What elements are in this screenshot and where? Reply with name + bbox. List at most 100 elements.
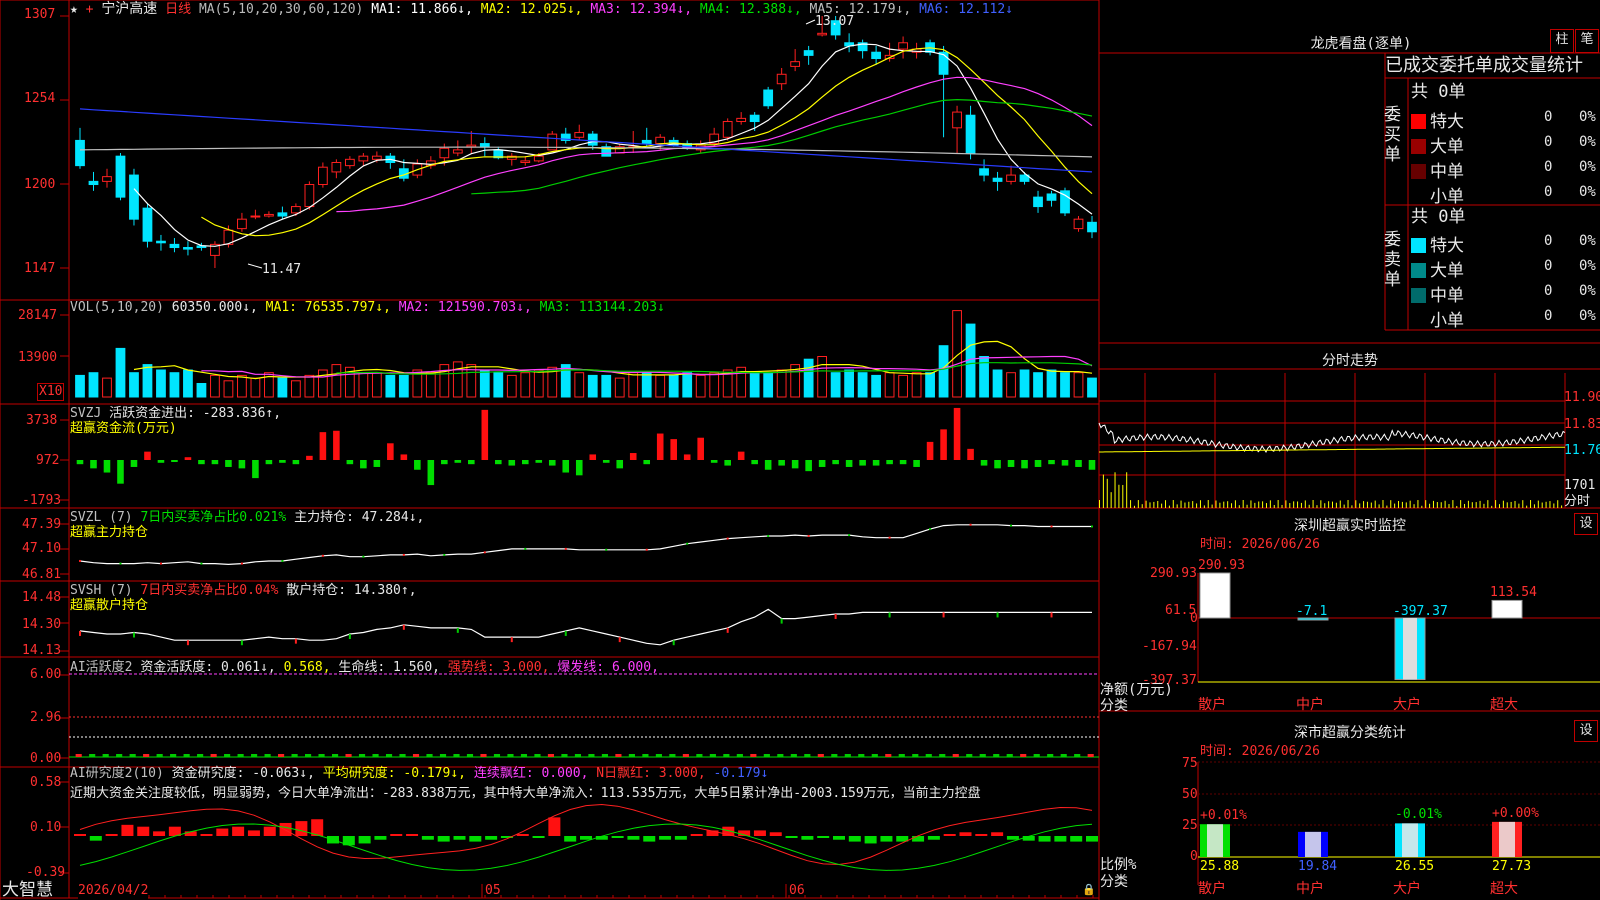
svzj-header-item-1: 活跃资金进出: -283.836↑, [109,406,282,421]
volume-bar [142,364,153,398]
volume-bar [156,369,166,398]
fund-flow-bar [76,460,84,465]
intraday-volume-bar [1145,500,1147,508]
active-bar [493,754,501,757]
intraday-volume-bar [1436,502,1438,508]
research-bar [1054,836,1067,842]
intraday-volume-bar [1320,500,1322,508]
candle [817,32,828,36]
buy-order-label: 委买单 [1384,105,1401,165]
fund-flow-bar [562,460,570,473]
main-chart-canvas[interactable] [0,0,1600,900]
volume-bar [844,369,855,398]
intraday-price: 11.83 [1564,417,1600,432]
intraday-volume-bar [1308,504,1310,508]
tab-bar-mode[interactable]: 柱 [1550,29,1574,53]
position-dot [186,640,189,646]
intraday-volume-bar [1526,505,1528,508]
research-bar [232,826,245,836]
active-bar [520,754,528,757]
intraday-volume-bar [1250,500,1252,508]
active-bar [790,754,797,757]
research-bar [975,834,988,836]
vol-tick: 28147 [18,308,58,323]
fund-flow-bar [117,460,124,484]
fund-flow-bar [845,460,853,467]
fund-flow-bar [427,460,435,486]
active-bar [278,754,285,757]
position-dot [510,637,513,643]
intraday-volume-bar [1203,505,1205,508]
order-row: 特大 0 0% [1411,231,1596,256]
high-arrow [805,19,816,25]
intraday-volume-bar [1545,501,1547,508]
intraday-volume-bar [1561,505,1563,508]
position-dot [1091,525,1093,528]
volume-bar [506,374,517,398]
header-row: ★ + 宁沪高速 日线 MA(5,10,20,30,60,120) MA1: 1… [70,1,1013,18]
sz-class-title: 深市超赢分类统计 [1294,725,1406,741]
intraday-volume-bar [1207,500,1209,508]
active-bar [669,754,676,757]
position-dot [348,634,351,640]
ai-research-tick: 0.58 [30,775,62,790]
candle [344,158,355,167]
intraday-volume-bar [1374,500,1376,508]
volume-bar [614,377,625,398]
volume-bar [102,377,112,398]
research-bar [769,832,782,836]
volume-bar [1033,372,1043,398]
vol-ma3-line [336,362,1093,375]
position-dot [321,554,324,557]
intraday-volume-bar [1196,503,1198,508]
active-bar [75,754,82,757]
tab-tick-mode[interactable]: 笔 [1575,29,1599,53]
vol-unit-button[interactable]: X10 [37,383,65,401]
candle [264,213,274,217]
active-bar [885,754,892,757]
class-tick: 50 [1182,787,1198,802]
sz-monitor-settings-button[interactable]: 设 [1574,513,1598,535]
period-label[interactable]: 日线 [165,2,191,17]
plus-icon[interactable]: + [86,2,94,17]
research-bar [643,836,656,842]
lock-icon[interactable]: 🔒 [1082,882,1096,898]
sz-value-label: 113.54 [1490,585,1537,601]
position-dot [443,553,446,556]
fund-flow-bar [953,407,961,460]
position-dot [402,624,405,630]
price-tick: 1307 [24,7,56,22]
sz-category-label: 超大 [1490,697,1518,713]
intraday-volume-bar [1464,503,1466,508]
sz-tick: 290.93 [1150,566,1197,581]
intraday-volume-bar [1281,504,1283,508]
intraday-volume-bar [1440,502,1442,508]
fund-flow-bar [373,460,381,467]
fund-flow-bar [751,460,758,465]
order-percent: 0% [1579,134,1596,150]
research-green-line [79,823,1093,871]
intraday-volume-bar [1355,500,1357,508]
intraday-volume-bar [1394,503,1396,508]
active-bar [116,754,123,757]
star-icon[interactable]: ★ [70,2,78,17]
intraday-volume-bar [1483,503,1485,508]
svzl-tick: 47.10 [22,541,62,556]
low-arrow [247,263,263,269]
intraday-volume-bar [1471,502,1473,508]
class-tick: 0 [1190,849,1198,864]
order-percent: 0% [1579,109,1596,125]
sz-cat-label: 分类 [1100,698,1128,714]
fund-flow-bar [967,448,974,460]
order-size-label: 小单 [1430,187,1464,207]
order-percent: 0% [1579,308,1596,324]
position-dot [686,542,689,545]
research-bar [1086,836,1098,842]
fund-flow-bar [508,460,516,466]
svsh-tick: 14.13 [22,643,62,658]
intraday-volume-bar [1386,505,1388,508]
sz-class-settings-button[interactable]: 设 [1574,720,1598,742]
sz-tick: -167.94 [1142,639,1197,654]
intraday-volume-bar [1168,505,1170,508]
intraday-volume-bar [1425,500,1427,508]
